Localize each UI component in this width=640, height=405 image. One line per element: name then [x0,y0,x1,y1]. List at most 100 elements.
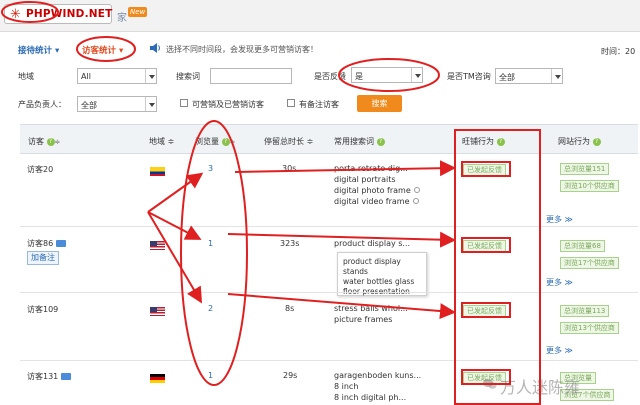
help-icon: ? [376,137,385,146]
chevron-down-icon [411,68,422,82]
marketable-checkbox[interactable] [180,99,188,107]
visitor-name[interactable]: 访客86 [27,238,67,249]
feedback-tag[interactable]: 已发起反馈 [463,164,506,176]
tab-visitor-stats[interactable]: 访客统计 ▾ [82,44,123,56]
region-value: All [81,72,91,81]
more-link[interactable]: 更多 ≫ [546,277,573,288]
watermark-text: 万人迷陈雍 [500,378,581,397]
keyword: digital portraits [334,175,396,184]
sort-icon: ≑ [229,138,236,146]
more-link[interactable]: 更多 ≫ [546,214,573,225]
th-visitor[interactable]: 访客 ? ≑ [28,136,60,147]
search-button[interactable]: 搜索 [357,95,402,112]
add-note-button[interactable]: 加备注 [27,251,59,265]
views-count[interactable]: 2 [208,304,213,313]
views-count[interactable]: 3 [208,164,213,173]
row-divider [20,226,638,227]
th-views-label: 浏览量 [195,137,219,146]
notice-text: 选择不同时间段，会发现更多可营销访客！ [166,45,318,54]
stay-time: 29s [283,371,298,380]
feedback-tag[interactable]: 已发起反馈 [463,305,506,317]
owner-select[interactable]: 全部 [77,96,157,112]
keyword-list: garagenboden kuns... 8 inch 8 inch digit… [334,370,421,403]
help-icon: ? [221,137,230,146]
help-icon: ? [496,137,505,146]
note-checkbox[interactable] [287,99,295,107]
keyword: porta retrato dig... [334,164,408,173]
tooltip-keyword: water bottles glass [343,277,415,286]
th-region[interactable]: 地域 ≑ [149,136,174,147]
wechat-icon [483,379,497,389]
highlight-ellipse [180,120,248,386]
tm-label: 是否TM咨询 [447,72,491,81]
tab-reception-stats[interactable]: 接待统计 ▾ [18,44,59,56]
row-divider [20,360,638,361]
annotation-overlay [1,1,541,405]
note-label: 有备注访客 [299,100,339,109]
flag-icon [150,241,165,250]
site-suppliers-tag[interactable]: 浏览17个供应商 [560,257,619,269]
search-icon[interactable] [412,198,419,204]
sub-tabs: 接待统计 ▾ 访客统计 ▾ 选择不同时间段，会发现更多可营销访客！ 时间：20 [0,38,640,60]
search-icon[interactable] [413,187,420,193]
keyword: 8 inch digital ph... [334,393,407,402]
brand-text: PHPWIND.NET [26,8,113,20]
site-suppliers-tag[interactable]: 浏览13个供应商 [560,322,619,334]
top-bar: ✳ PHPWIND.NET 家 New [0,0,640,32]
site-views-tag[interactable]: 总浏览量151 [560,163,610,175]
sort-icon: ≑ [54,138,61,146]
keyword: digital photo frame [334,186,411,195]
visitor-name[interactable]: 访客109 [27,304,58,315]
time-label: 时间：20 [601,47,636,56]
brand-star-icon: ✳ [10,7,21,22]
row-divider [20,292,638,293]
keyword-input[interactable] [210,68,292,84]
th-keywords: 常用搜索词 ? [334,136,385,147]
keyword-list: stress balls whol... picture frames [334,303,408,325]
help-icon: ? [592,137,601,146]
keyword: digital video frame [334,197,410,206]
feedback-value: 是 [355,72,363,81]
keyword-label: 搜索词 [176,72,200,81]
stay-time: 30s [282,164,297,173]
keyword-list: porta retrato dig... digital portraits d… [334,163,420,207]
tm-value: 全部 [499,73,515,82]
chevron-down-icon [145,69,156,83]
th-stay[interactable]: 停留总时长 ≑ [264,136,313,147]
owner-value: 全部 [81,101,97,110]
region-select[interactable]: All [77,68,157,84]
keyword: stress balls whol... [334,304,408,313]
visitor-name[interactable]: 访客20 [27,164,53,175]
speaker-icon [150,43,160,53]
tm-select[interactable]: 全部 [495,68,563,84]
th-site-label: 网站行为 [558,137,590,146]
new-badge: New [128,7,148,17]
stay-time: 8s [285,304,295,313]
more-link[interactable]: 更多 ≫ [546,345,573,356]
keyword: picture frames [334,315,393,324]
id-card-icon [56,240,67,247]
views-count[interactable]: 1 [208,371,213,380]
th-visitor-label: 访客 [28,137,44,146]
tab-visitor[interactable]: 家 [117,9,127,24]
brand-logo: ✳ PHPWIND.NET [4,4,112,24]
th-wangwang: 旺铺行为 ? [462,136,505,147]
chevron-down-icon [551,69,562,83]
marketable-label: 可营销及已营销访客 [192,100,264,109]
site-suppliers-tag[interactable]: 浏览10个供应商 [560,180,619,192]
tooltip-keyword: product display stands [343,257,401,276]
region-label: 地域 [18,72,34,81]
site-views-tag[interactable]: 总浏览量113 [560,305,610,317]
feedback-select[interactable]: 是 [351,67,423,83]
screenshot-root: ✳ PHPWIND.NET 家 New 接待统计 ▾ 访客统计 ▾ 选择不同时间… [0,0,640,405]
th-views[interactable]: 浏览量 ? ≑ [195,136,235,147]
owner-label: 产品负责人： [18,100,66,109]
flag-icon [150,307,165,316]
feedback-tag[interactable]: 已发起反馈 [463,240,506,252]
flag-icon [150,374,165,383]
annotation-arrow [147,211,202,240]
views-count[interactable]: 1 [208,239,213,248]
keyword: garagenboden kuns... [334,371,422,380]
site-views-tag[interactable]: 总浏览量68 [560,240,605,252]
visitor-name[interactable]: 访客131 [27,371,72,382]
